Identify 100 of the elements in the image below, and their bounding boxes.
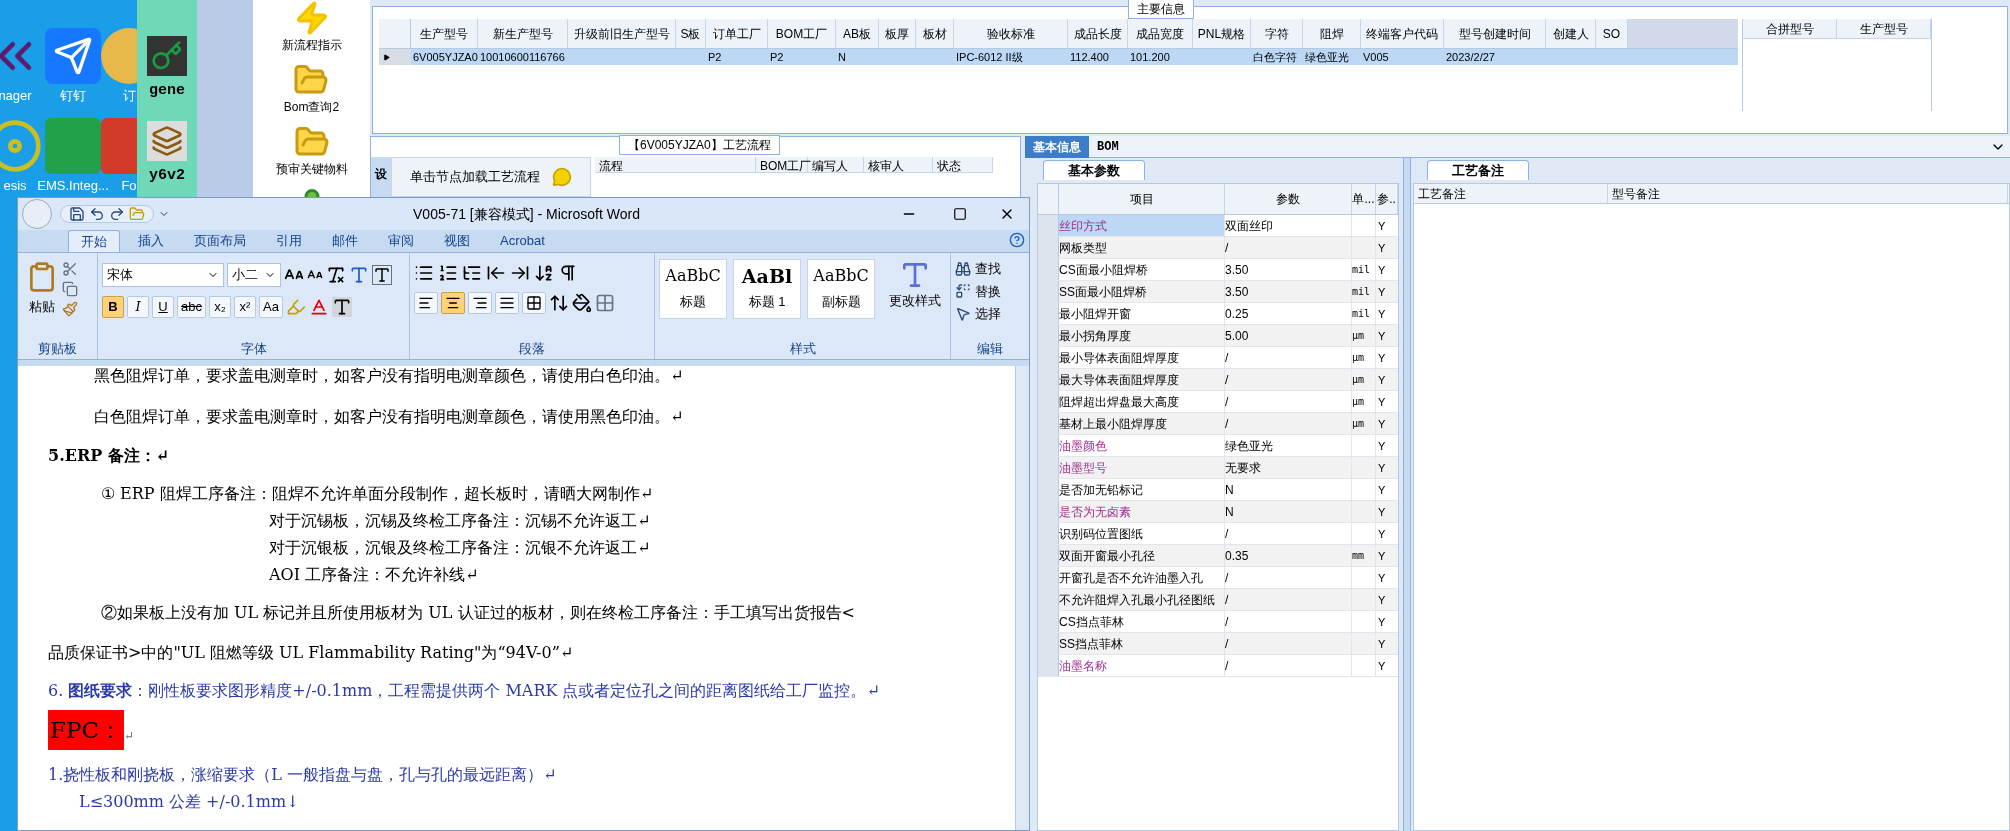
column-header[interactable]: 字符 bbox=[1251, 19, 1303, 48]
table-row[interactable]: 最小导体表面阻焊厚度 / μm Y bbox=[1038, 347, 1398, 369]
highlighter-icon[interactable] bbox=[285, 297, 306, 317]
table-cell[interactable]: 最大导体表面阻焊厚度 bbox=[1059, 369, 1225, 390]
table-cell[interactable]: 最小导体表面阻焊厚度 bbox=[1059, 347, 1225, 368]
table-cell[interactable]: 丝印方式 bbox=[1059, 215, 1225, 236]
scrollbar[interactable] bbox=[1015, 366, 1029, 830]
format-button[interactable]: x₂ bbox=[208, 296, 231, 318]
table-cell[interactable]: 是否为无卤素 bbox=[1059, 501, 1225, 522]
table-cell[interactable]: 是否加无铅标记 bbox=[1059, 479, 1225, 500]
cut-icon[interactable] bbox=[62, 261, 78, 277]
column-header[interactable]: 升级前旧生产型号 bbox=[568, 19, 676, 48]
ribbon-tab[interactable]: 页面布局 bbox=[182, 230, 258, 252]
ribbon-tab[interactable]: 插入 bbox=[126, 230, 176, 252]
paste-button[interactable]: 粘贴 bbox=[26, 261, 58, 339]
char-border-icon[interactable] bbox=[372, 265, 392, 285]
table-row[interactable]: 油墨型号 无要求 Y bbox=[1038, 457, 1398, 479]
column-header[interactable]: 流程 bbox=[595, 157, 756, 172]
table-cell[interactable]: CS挡点菲林 bbox=[1059, 611, 1225, 632]
column-header[interactable]: 工艺备注 bbox=[1414, 184, 1608, 203]
table-row[interactable]: SS面最小阻焊桥 3.50 mil Y bbox=[1038, 281, 1398, 303]
format-button[interactable]: Aa bbox=[258, 296, 283, 318]
show-marks-icon[interactable] bbox=[558, 263, 578, 283]
column-header[interactable]: 板材 bbox=[916, 19, 954, 48]
column-header[interactable]: 单... bbox=[1352, 184, 1376, 214]
table-row[interactable]: 油墨名称 / Y bbox=[1038, 655, 1398, 677]
style-tile[interactable]: AaBl 标题 1 bbox=[733, 259, 801, 319]
table-row[interactable]: 最大导体表面阻焊厚度 / μm Y bbox=[1038, 369, 1398, 391]
column-header[interactable]: 状态 bbox=[933, 157, 993, 172]
column-header[interactable]: 项目 bbox=[1059, 184, 1225, 214]
column-header[interactable]: 核审人 bbox=[864, 157, 933, 172]
format-painter-icon[interactable] bbox=[62, 301, 78, 317]
phonetic-icon[interactable] bbox=[349, 265, 369, 285]
decrease-indent-icon[interactable] bbox=[486, 263, 506, 283]
font-size-dropdown[interactable]: 小二 bbox=[227, 263, 281, 287]
table-cell[interactable]: 油墨颜色 bbox=[1059, 435, 1225, 456]
launcher-label[interactable]: gene bbox=[149, 80, 185, 103]
copy-icon[interactable] bbox=[62, 281, 78, 297]
table-row[interactable]: 阻焊超出焊盘最大高度 / μm Y bbox=[1038, 391, 1398, 413]
table-row[interactable]: 是否加无铅标记 N Y bbox=[1038, 479, 1398, 501]
char-shading-icon[interactable] bbox=[331, 297, 352, 317]
load-process-button[interactable]: 单击节点加载工艺流程 bbox=[391, 157, 591, 197]
align-button[interactable] bbox=[495, 292, 519, 314]
table-cell[interactable]: 阻焊超出焊盘最大高度 bbox=[1059, 391, 1225, 412]
column-header[interactable]: 合拼型号 bbox=[1743, 19, 1837, 39]
column-header[interactable]: 参数 bbox=[1225, 184, 1352, 214]
column-header[interactable]: 终端客户代码 bbox=[1361, 19, 1444, 48]
table-row[interactable]: 最小拐角厚度 5.00 μm Y bbox=[1038, 325, 1398, 347]
table-row[interactable]: 识别码位置图纸 / Y bbox=[1038, 523, 1398, 545]
save-icon[interactable] bbox=[69, 206, 85, 222]
table-row[interactable]: 网板类型 / Y bbox=[1038, 237, 1398, 259]
column-header[interactable]: 成品宽度 bbox=[1128, 19, 1193, 48]
table-cell[interactable]: 油墨名称 bbox=[1059, 655, 1225, 676]
table-cell[interactable]: SS挡点菲林 bbox=[1059, 633, 1225, 654]
bullets-icon[interactable] bbox=[414, 263, 434, 283]
align-button[interactable] bbox=[468, 292, 492, 314]
table-row[interactable]: 油墨颜色 绿色亚光 Y bbox=[1038, 435, 1398, 457]
sidebar-item[interactable]: 预审关键物料 bbox=[275, 160, 348, 178]
change-styles-button[interactable]: 更改样式 bbox=[889, 259, 941, 311]
panel-tab[interactable]: 基本信息 bbox=[1025, 135, 1089, 158]
ribbon-tab[interactable]: 视图 bbox=[432, 230, 482, 252]
font-name-dropdown[interactable]: 宋体 bbox=[102, 263, 224, 287]
table-row[interactable]: 不允许阻焊入孔最小孔径图纸 / Y bbox=[1038, 589, 1398, 611]
table-cell[interactable]: 双面开窗最小孔径 bbox=[1059, 545, 1225, 566]
table-row[interactable]: SS挡点菲林 / Y bbox=[1038, 633, 1398, 655]
maximize-icon[interactable] bbox=[953, 207, 967, 221]
table-cell[interactable]: 最小拐角厚度 bbox=[1059, 325, 1225, 346]
sub-tab[interactable]: 基本参数 bbox=[1043, 160, 1145, 180]
multilevel-list-icon[interactable] bbox=[462, 263, 482, 283]
column-header[interactable]: 参.. bbox=[1376, 184, 1398, 214]
sidebar-item[interactable]: 新流程指示 bbox=[281, 36, 342, 54]
table-cell[interactable]: 网板类型 bbox=[1059, 237, 1225, 258]
ribbon-tab[interactable]: 开始 bbox=[68, 230, 120, 252]
table-row[interactable]: CS面最小阻焊桥 3.50 mil Y bbox=[1038, 259, 1398, 281]
editing-button[interactable]: 查找 bbox=[955, 259, 1025, 279]
column-header[interactable]: 创建人 bbox=[1546, 19, 1596, 48]
table-row[interactable]: 双面开窗最小孔径 0.35 mm Y bbox=[1038, 545, 1398, 567]
table-cell[interactable]: 识别码位置图纸 bbox=[1059, 523, 1225, 544]
align-button[interactable] bbox=[522, 292, 546, 314]
ribbon-tab[interactable]: 审阅 bbox=[376, 230, 426, 252]
column-header[interactable]: 生产型号 bbox=[1837, 19, 1931, 39]
align-button[interactable] bbox=[441, 292, 465, 314]
column-header[interactable]: 阻焊 bbox=[1303, 19, 1361, 48]
sub-tab[interactable]: 工艺备注 bbox=[1427, 160, 1529, 180]
numbering-icon[interactable] bbox=[438, 263, 458, 283]
column-header[interactable]: 生产型号 bbox=[411, 19, 478, 48]
side-tab[interactable]: 设 bbox=[371, 157, 391, 197]
sort-icon[interactable] bbox=[534, 263, 554, 283]
column-header[interactable]: 订单工厂 bbox=[706, 19, 768, 48]
column-header[interactable]: PNL规格 bbox=[1193, 19, 1251, 48]
undo-icon[interactable] bbox=[89, 206, 105, 222]
align-button[interactable] bbox=[414, 292, 438, 314]
help-icon[interactable] bbox=[1009, 232, 1025, 248]
column-header[interactable]: BOM工厂 bbox=[768, 19, 836, 48]
increase-indent-icon[interactable] bbox=[510, 263, 530, 283]
table-row[interactable]: 丝印方式 双面丝印 Y bbox=[1038, 215, 1398, 237]
ribbon-tab[interactable]: 引用 bbox=[264, 230, 314, 252]
table-row[interactable]: 开窗孔是否不允许油墨入孔 / Y bbox=[1038, 567, 1398, 589]
sidebar-item[interactable]: Bom查询2 bbox=[283, 98, 340, 116]
clear-format-icon[interactable] bbox=[326, 265, 346, 285]
